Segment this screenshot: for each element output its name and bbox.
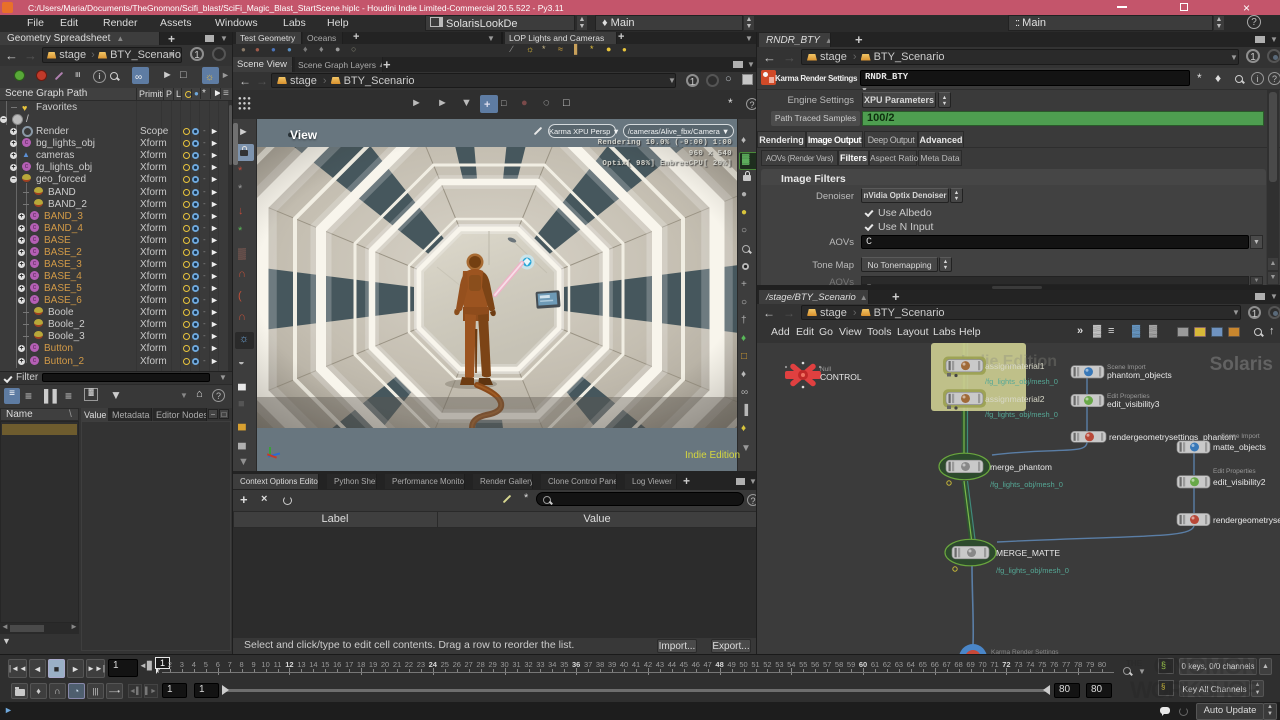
svg-text:Solaris: Solaris bbox=[1210, 354, 1273, 375]
svg-text:/fg_lights_obj/mesh_0: /fg_lights_obj/mesh_0 bbox=[985, 377, 1058, 386]
svg-text:/fg_lights_obj/mesh_0: /fg_lights_obj/mesh_0 bbox=[996, 566, 1069, 575]
svg-text:/fg_lights_obj/mesh_0: /fg_lights_obj/mesh_0 bbox=[985, 410, 1058, 419]
svg-text:rendergeometrysetti: rendergeometrysetti bbox=[1213, 515, 1280, 525]
svg-text:/fg_lights_obj/mesh_0: /fg_lights_obj/mesh_0 bbox=[990, 480, 1063, 489]
svg-text:assignmaterial2: assignmaterial2 bbox=[985, 394, 1045, 404]
svg-text:Scene Import: Scene Import bbox=[1221, 433, 1260, 440]
svg-text:rendergeometrysettings_phantom: rendergeometrysettings_phantom bbox=[1109, 432, 1236, 442]
svg-text:CONTROL: CONTROL bbox=[820, 372, 862, 382]
svg-text:matte_objects: matte_objects bbox=[1213, 442, 1266, 452]
svg-text:merge_phantom: merge_phantom bbox=[990, 462, 1052, 472]
svg-text:MERGE_MATTE: MERGE_MATTE bbox=[996, 548, 1060, 558]
svg-text:edit_visibility3: edit_visibility3 bbox=[1107, 399, 1160, 409]
svg-text:assignmaterial1: assignmaterial1 bbox=[985, 361, 1045, 371]
svg-text:phantom_objects: phantom_objects bbox=[1107, 370, 1172, 380]
svg-text:edit_visibility2: edit_visibility2 bbox=[1213, 477, 1266, 487]
svg-text:Edit Properties: Edit Properties bbox=[1213, 468, 1256, 475]
